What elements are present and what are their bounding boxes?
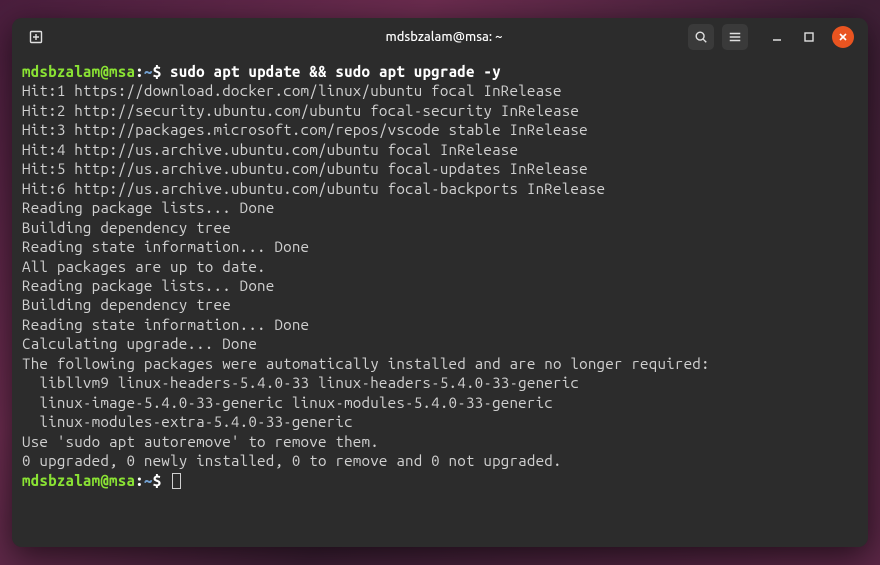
prompt-path: ~ [144,472,153,489]
prompt-user: mdsbzalam@msa [22,472,135,489]
output-line: Hit:1 https://download.docker.com/linux/… [22,81,858,100]
prompt-path: ~ [144,63,153,80]
output-line: Hit:3 http://packages.microsoft.com/repo… [22,120,858,139]
menu-button[interactable] [722,24,748,50]
output-line: Hit:4 http://us.archive.ubuntu.com/ubunt… [22,140,858,159]
output-line: The following packages were automaticall… [22,354,858,373]
terminal-window: mdsbzalam@msa: ~ [12,18,868,547]
prompt-user: mdsbzalam@msa [22,63,135,80]
terminal-body[interactable]: mdsbzalam@msa:~$ sudo apt update && sudo… [12,56,868,547]
window-controls [768,26,854,48]
minimize-button[interactable] [768,28,786,46]
new-tab-button[interactable] [28,28,46,46]
output-line: Reading package lists... Done [22,276,858,295]
search-button[interactable] [688,24,714,50]
prompt-line: mdsbzalam@msa:~$ [22,471,858,490]
titlebar-right [688,24,860,50]
prompt-colon: : [135,472,144,489]
close-button[interactable] [832,26,854,48]
prompt-dollar: $ [153,63,170,80]
titlebar-left [20,28,200,46]
output-line: Building dependency tree [22,218,858,237]
output-line: Building dependency tree [22,295,858,314]
prompt-colon: : [135,63,144,80]
maximize-button[interactable] [800,28,818,46]
window-title: mdsbzalam@msa: ~ [200,30,688,44]
output-line: Reading package lists... Done [22,198,858,217]
output-line: libllvm9 linux-headers-5.4.0-33 linux-he… [22,373,858,392]
prompt-line: mdsbzalam@msa:~$ sudo apt update && sudo… [22,62,858,81]
output-line: linux-modules-extra-5.4.0-33-generic [22,412,858,431]
cursor [172,473,181,489]
output-line: All packages are up to date. [22,257,858,276]
output-line: Use 'sudo apt autoremove' to remove them… [22,432,858,451]
output-line: Reading state information... Done [22,237,858,256]
command-text: sudo apt update && sudo apt upgrade -y [170,63,501,80]
prompt-dollar: $ [153,472,170,489]
output-line: Hit:5 http://us.archive.ubuntu.com/ubunt… [22,159,858,178]
output-line: Hit:6 http://us.archive.ubuntu.com/ubunt… [22,179,858,198]
titlebar: mdsbzalam@msa: ~ [12,18,868,56]
output-line: Reading state information... Done [22,315,858,334]
output-line: Hit:2 http://security.ubuntu.com/ubuntu … [22,101,858,120]
output-line: 0 upgraded, 0 newly installed, 0 to remo… [22,451,858,470]
output-line: Calculating upgrade... Done [22,334,858,353]
output-line: linux-image-5.4.0-33-generic linux-modul… [22,393,858,412]
